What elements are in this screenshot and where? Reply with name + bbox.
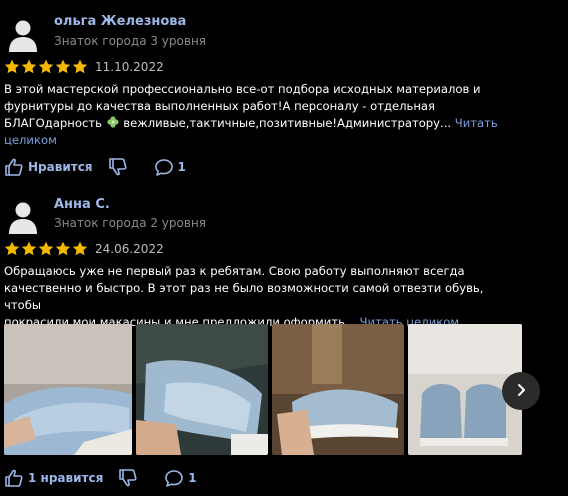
review-date: 24.06.2022 <box>95 242 164 256</box>
comments-button[interactable]: 1 <box>164 469 197 487</box>
read-more-link[interactable]: Читать <box>451 116 498 130</box>
author-level: Знаток города 2 уровня <box>54 216 207 230</box>
review-text: Обращаюсь уже не первый раз к ребятам. С… <box>4 263 524 331</box>
dislike-button[interactable] <box>118 469 138 487</box>
star-icon <box>21 59 37 74</box>
comments-button[interactable]: 1 <box>154 158 186 176</box>
avatar[interactable] <box>3 14 43 54</box>
gallery-next-button[interactable] <box>502 372 540 410</box>
like-button[interactable]: Нравится <box>4 158 93 176</box>
chevron-right-icon <box>514 382 528 401</box>
comment-icon <box>154 158 174 176</box>
dislike-button[interactable] <box>108 158 128 176</box>
like-button[interactable]: 1 нравится <box>4 469 103 487</box>
review-actions: 1 нравится 1 <box>4 469 197 487</box>
star-icon <box>38 241 54 256</box>
review-author[interactable]: Анна С. <box>54 197 110 212</box>
review-text-part: БЛАГОдарность <box>4 116 102 130</box>
review-text-line: БЛАГОдарность вежливые,тактичные,позитив… <box>4 115 524 132</box>
avatar[interactable] <box>3 196 43 236</box>
like-label: Нравится <box>28 160 93 174</box>
review-text-line: Обращаюсь уже не первый раз к ребятам. С… <box>4 264 465 278</box>
comment-icon <box>164 469 184 487</box>
star-icon <box>4 59 20 74</box>
thumbs-up-icon <box>4 158 24 176</box>
review-author[interactable]: ольга Железнова <box>54 14 186 29</box>
photo-gallery <box>4 324 522 455</box>
like-label: 1 нравится <box>28 471 104 485</box>
read-more-link[interactable]: целиком <box>4 132 524 149</box>
review-text-line: В этой мастерской профессионально все-от… <box>4 82 481 96</box>
star-icon <box>55 59 71 74</box>
star-icon <box>72 241 88 256</box>
user-avatar-icon <box>9 20 37 52</box>
review-text: В этой мастерской профессионально все-от… <box>4 81 524 149</box>
star-icon <box>72 59 88 74</box>
review-date: 11.10.2022 <box>95 60 164 74</box>
thumbs-down-icon <box>118 469 138 487</box>
rating-stars <box>4 241 88 256</box>
thumbs-up-icon <box>4 469 24 487</box>
comments-count: 1 <box>177 160 186 174</box>
review-text-part: вежливые,тактичные,позитивные!Администра… <box>119 116 452 130</box>
user-avatar-icon <box>9 202 37 234</box>
review-text-line: качественно и быстро. В этот раз не было… <box>4 281 484 312</box>
review-photo[interactable] <box>136 324 268 455</box>
comments-count: 1 <box>188 471 197 485</box>
author-level: Знаток города 3 уровня <box>54 34 207 48</box>
star-icon <box>21 241 37 256</box>
thumbs-down-icon <box>108 158 128 176</box>
review-actions: Нравится 1 <box>4 158 186 176</box>
star-icon <box>55 241 71 256</box>
review-photo[interactable] <box>272 324 404 455</box>
rating-stars <box>4 59 88 74</box>
review-photo[interactable] <box>4 324 132 455</box>
star-icon <box>38 59 54 74</box>
star-icon <box>4 241 20 256</box>
clover-emoji-icon <box>106 116 120 128</box>
review-text-line: фурнитуры до качества выполненных работ!… <box>4 99 436 113</box>
